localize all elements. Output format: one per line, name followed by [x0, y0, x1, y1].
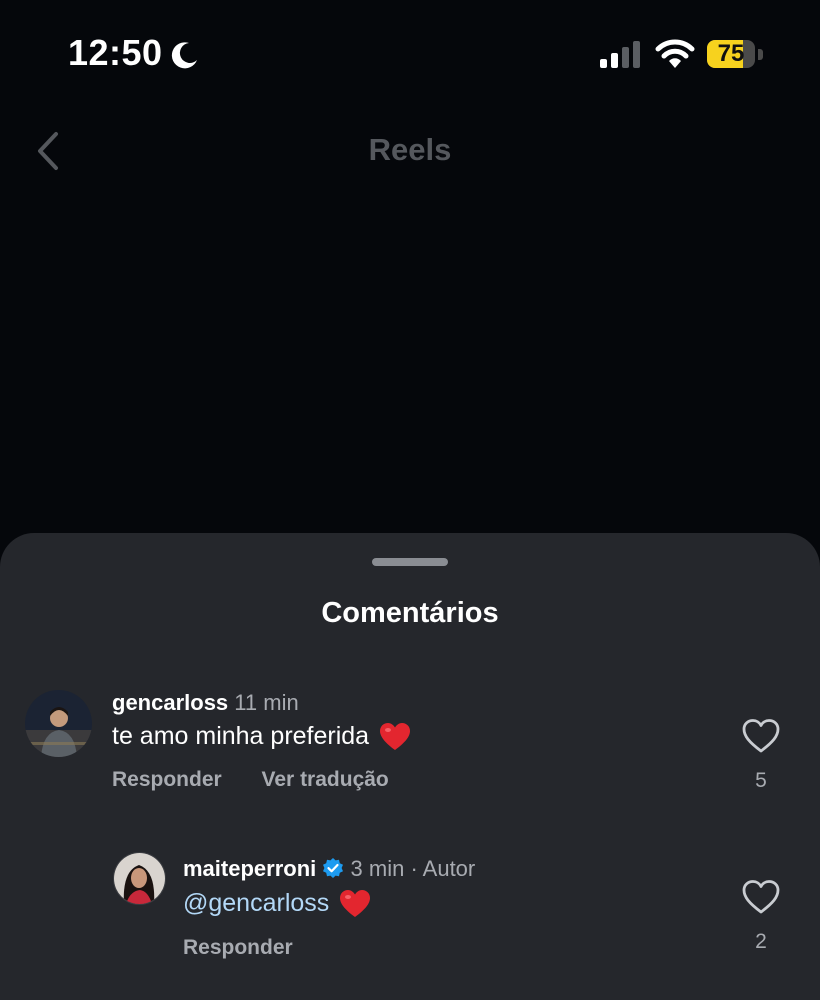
- reply-button[interactable]: Responder: [183, 936, 293, 959]
- nav-header: Reels: [0, 110, 820, 190]
- comment-like: 2: [741, 879, 781, 954]
- author-label: · Autor: [410, 856, 476, 881]
- battery-body: 75: [707, 40, 755, 68]
- like-count: 2: [755, 930, 767, 953]
- avatar-maiteperroni-image: [114, 853, 165, 904]
- status-bar: 12:50 75: [0, 0, 820, 110]
- cellular-signal-icon: [600, 41, 640, 68]
- comment-actions: Responder: [183, 936, 327, 960]
- battery-tip: [758, 49, 763, 60]
- avatar[interactable]: [113, 852, 166, 905]
- comment-text-row: @gencarloss: [183, 889, 371, 919]
- status-time: 12:50: [68, 32, 163, 73]
- page-title: Reels: [368, 132, 452, 167]
- reply-comment-item: maiteperroni 3 min · Autor @gencarloss R…: [0, 533, 820, 1000]
- heart-outline-icon[interactable]: [741, 879, 781, 915]
- comment-username[interactable]: maiteperroni: [183, 856, 316, 881]
- comment-header: maiteperroni 3 min · Autor: [183, 856, 475, 882]
- battery-indicator: 75: [707, 40, 765, 70]
- moon-icon: [171, 42, 197, 69]
- wifi-icon: [655, 39, 695, 68]
- verified-badge-icon: [323, 858, 344, 878]
- comments-sheet: Comentários gencarloss 11 min te amo min…: [0, 533, 820, 1000]
- comment-time: 3 min: [350, 856, 405, 881]
- mention-link[interactable]: @gencarloss: [183, 889, 329, 917]
- red-heart-emoji-icon: [340, 890, 371, 918]
- battery-level: 75: [717, 40, 745, 67]
